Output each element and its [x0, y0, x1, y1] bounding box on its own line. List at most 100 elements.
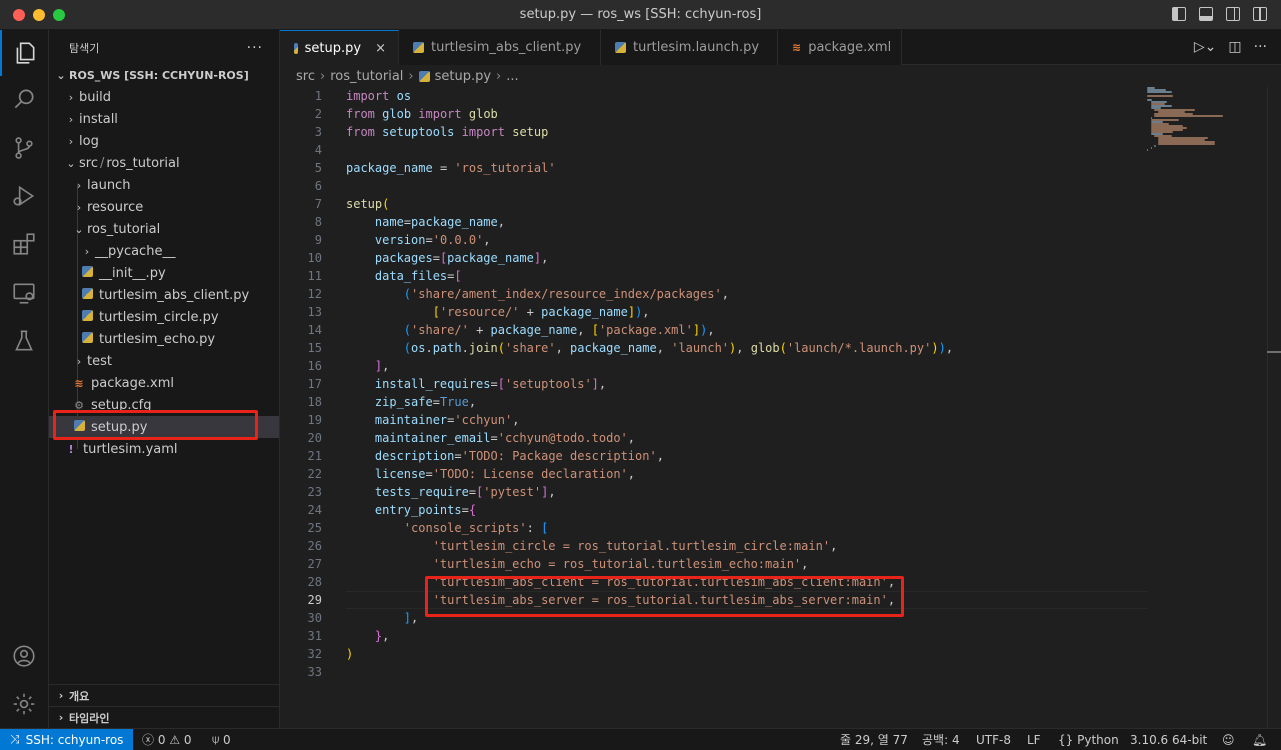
file-turtlesim-echo[interactable]: turtlesim_echo.py: [49, 328, 279, 350]
python-interpreter[interactable]: 3.10.6 64-bit: [1130, 729, 1207, 750]
python-file-icon: [81, 310, 93, 321]
code-editor[interactable]: 1 2 3 4 5 6 7 8 9 10 11 12 13 14 15 16 17 18 19 20 21 22 23 24 2…: [280, 87, 1281, 728]
toggle-panel-icon[interactable]: [1199, 7, 1213, 21]
python-file-icon: [294, 42, 298, 54]
breadcrumb-src[interactable]: src: [296, 69, 315, 84]
file-setup-py[interactable]: setup.py: [49, 416, 279, 438]
code-line[interactable]: entry_points={: [346, 501, 476, 519]
notifications-bell-icon[interactable]: 🔔︎: [1252, 729, 1267, 750]
code-line[interactable]: import os: [346, 87, 411, 105]
encoding[interactable]: UTF-8: [976, 729, 1011, 750]
code-line[interactable]: license='TODO: License declaration',: [346, 465, 635, 483]
folder-src-ros-tutorial[interactable]: ⌄ src / ros_tutorial: [49, 152, 279, 174]
code-line[interactable]: ('share/' + package_name, ['package.xml'…: [346, 321, 715, 339]
folder-log[interactable]: › log: [49, 130, 279, 152]
chevron-right-icon: ›: [76, 178, 82, 192]
tab-package-xml[interactable]: ≋ package.xml: [778, 30, 902, 65]
file-init-py[interactable]: __init__.py: [49, 262, 279, 284]
run-python-file-icon[interactable]: ▷⌄: [1194, 39, 1217, 55]
vertical-scrollbar[interactable]: [1267, 87, 1281, 728]
code-line[interactable]: 'turtlesim_echo = ros_tutorial.turtlesim…: [346, 555, 809, 573]
code-line[interactable]: 'console_scripts': [: [346, 519, 549, 537]
line-number: 20: [307, 431, 322, 445]
language-mode[interactable]: {} Python: [1058, 729, 1119, 750]
file-package-xml[interactable]: ≋ package.xml: [49, 372, 279, 394]
file-turtlesim-circle[interactable]: turtlesim_circle.py: [49, 306, 279, 328]
code-line[interactable]: description='TODO: Package description',: [346, 447, 664, 465]
file-setup-cfg[interactable]: ⚙ setup.cfg: [49, 394, 279, 416]
line-number: 29: [307, 593, 322, 607]
split-editor-icon[interactable]: ◫: [1228, 39, 1241, 55]
code-line[interactable]: name=package_name,: [346, 213, 505, 231]
code-line[interactable]: maintainer_email='cchyun@todo.todo',: [346, 429, 635, 447]
line-number: 31: [307, 629, 322, 643]
code-line[interactable]: ['resource/' + package_name]),: [346, 303, 650, 321]
search-icon[interactable]: [0, 76, 48, 122]
remote-explorer-icon[interactable]: [0, 270, 48, 316]
code-line[interactable]: tests_require=['pytest'],: [346, 483, 556, 501]
extensions-icon[interactable]: [0, 221, 48, 267]
broadcast-icon: ⍦: [212, 732, 220, 746]
end-of-line[interactable]: LF: [1027, 729, 1041, 750]
problems-indicator[interactable]: ⓧ 0 ⚠ 0: [142, 729, 192, 750]
file-turtlesim-abs-client[interactable]: turtlesim_abs_client.py: [49, 284, 279, 306]
more-actions-icon[interactable]: ···: [1254, 39, 1267, 55]
cursor-position[interactable]: 줄 29, 열 77: [840, 729, 908, 750]
code-line[interactable]: 'turtlesim_circle = ros_tutorial.turtles…: [346, 537, 838, 555]
code-line[interactable]: ): [346, 645, 353, 663]
feedback-icon[interactable]: ☺: [1222, 729, 1235, 750]
minimap-line: [1147, 149, 1148, 151]
breadcrumb-ros-tutorial[interactable]: ros_tutorial: [330, 69, 403, 84]
folder-ros-tutorial[interactable]: ⌄ ros_tutorial: [49, 218, 279, 240]
code-line[interactable]: ],: [346, 609, 418, 627]
breadcrumb-setup-py[interactable]: setup.py: [435, 69, 491, 84]
code-line[interactable]: package_name = 'ros_tutorial': [346, 159, 556, 177]
code-line[interactable]: from setuptools import setup: [346, 123, 548, 141]
explorer-files-icon[interactable]: [0, 30, 48, 76]
more-actions-icon[interactable]: ···: [247, 40, 263, 56]
folder-build[interactable]: › build: [49, 86, 279, 108]
manage-gear-icon[interactable]: [0, 681, 48, 727]
testing-icon[interactable]: [0, 318, 48, 364]
code-line[interactable]: version='0.0.0',: [346, 231, 491, 249]
minimap[interactable]: [1147, 87, 1267, 157]
breadcrumb-symbols[interactable]: ...: [506, 69, 518, 84]
run-debug-icon[interactable]: [0, 173, 48, 219]
remote-indicator[interactable]: ⤨ SSH: cchyun-ros: [0, 729, 134, 750]
code-line[interactable]: packages=[package_name],: [346, 249, 548, 267]
code-line[interactable]: data_files=[: [346, 267, 462, 285]
tab-turtlesim-abs-client[interactable]: turtlesim_abs_client.py: [399, 30, 601, 65]
indentation[interactable]: 공백: 4: [922, 729, 960, 750]
timeline-section[interactable]: › 타임라인: [49, 706, 279, 728]
folder-resource[interactable]: › resource: [49, 196, 279, 218]
code-line[interactable]: setup(: [346, 195, 389, 213]
file-turtlesim-yaml[interactable]: ! turtlesim.yaml: [49, 438, 279, 460]
code-line[interactable]: maintainer='cchyun',: [346, 411, 520, 429]
code-line[interactable]: ('share/ament_index/resource_index/packa…: [346, 285, 729, 303]
outline-section[interactable]: › 개요: [49, 684, 279, 706]
code-line[interactable]: },: [346, 627, 389, 645]
code-line[interactable]: from glob import glob: [346, 105, 498, 123]
toggle-secondary-sidebar-icon[interactable]: [1226, 7, 1240, 21]
tab-turtlesim-launch[interactable]: turtlesim.launch.py: [601, 30, 778, 65]
code-line[interactable]: zip_safe=True,: [346, 393, 476, 411]
account-icon[interactable]: [0, 633, 48, 679]
status-bar: ⤨ SSH: cchyun-ros ⓧ 0 ⚠ 0 ⍦ 0 줄 29, 열 77…: [0, 728, 1281, 750]
code-line[interactable]: (os.path.join('share', package_name, 'la…: [346, 339, 953, 357]
toggle-primary-sidebar-icon[interactable]: [1172, 7, 1186, 21]
code-line[interactable]: ],: [346, 357, 389, 375]
code-line[interactable]: 'turtlesim_abs_server = ros_tutorial.tur…: [346, 591, 895, 609]
code-line[interactable]: install_requires=['setuptools'],: [346, 375, 606, 393]
close-tab-icon[interactable]: ×: [375, 41, 386, 56]
workspace-root[interactable]: ⌄ ROS_WS [SSH: CCHYUN-ROS]: [49, 64, 279, 86]
folder-test[interactable]: › test: [49, 350, 279, 372]
folder-pycache[interactable]: › __pycache__: [49, 240, 279, 262]
activity-bar: [0, 30, 49, 728]
ports-indicator[interactable]: ⍦ 0: [212, 729, 231, 750]
folder-install[interactable]: › install: [49, 108, 279, 130]
code-line[interactable]: 'turtlesim_abs_client = ros_tutorial.tur…: [346, 573, 895, 591]
folder-launch[interactable]: › launch: [49, 174, 279, 196]
source-control-icon[interactable]: [0, 125, 48, 171]
customize-layout-icon[interactable]: [1253, 7, 1267, 21]
tab-setup-py[interactable]: setup.py ×: [280, 30, 399, 65]
